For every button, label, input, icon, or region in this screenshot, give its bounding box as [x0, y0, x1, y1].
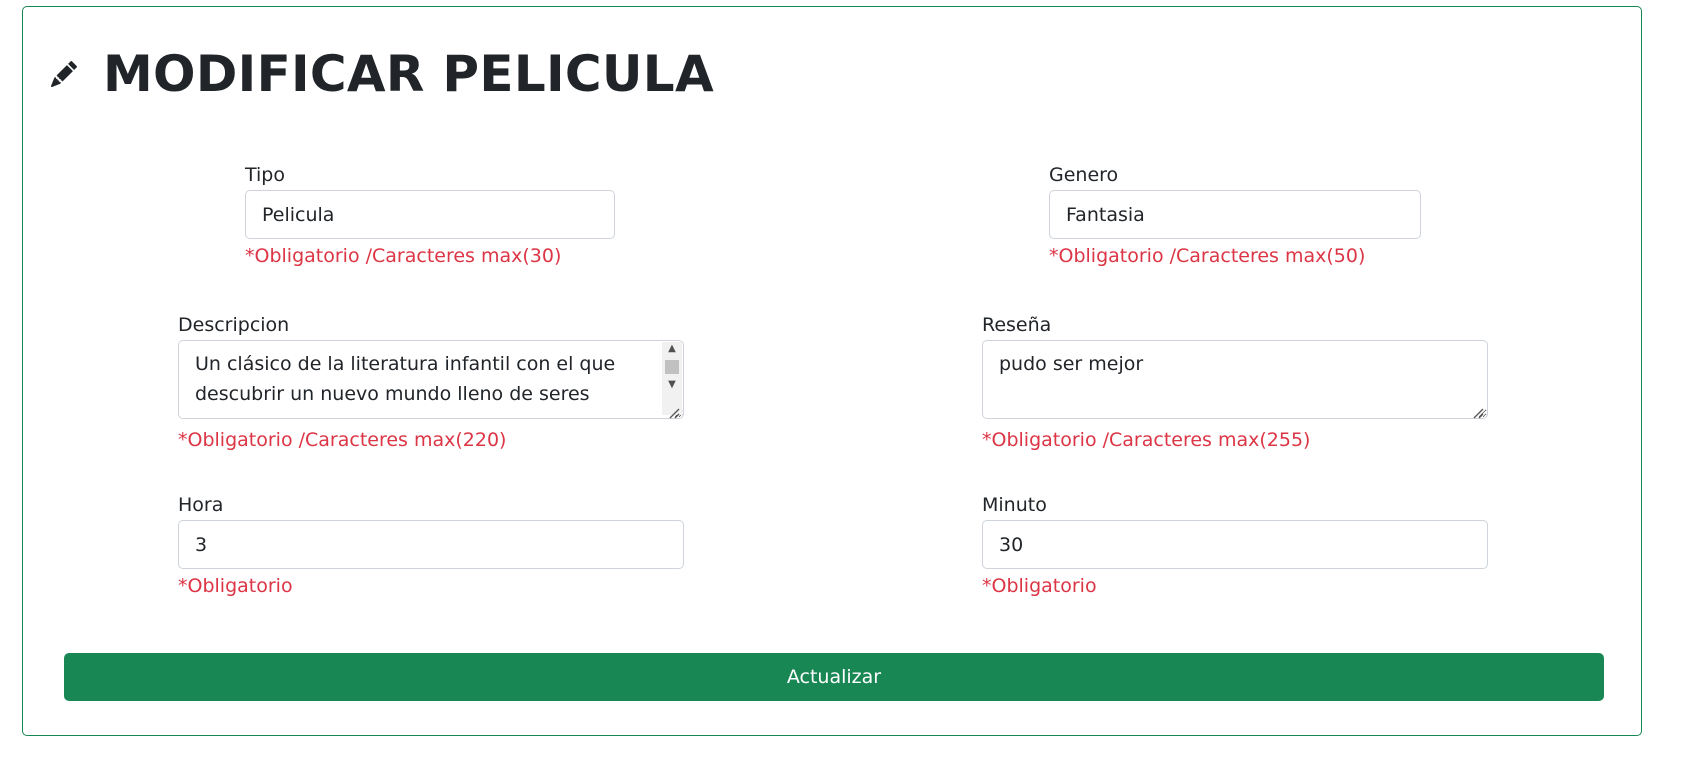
- scrollbar-thumb[interactable]: [665, 360, 679, 374]
- hora-hint: *Obligatorio: [178, 575, 293, 597]
- genero-hint: *Obligatorio /Caracteres max(50): [1049, 245, 1366, 267]
- resena-textarea-wrapper: pudo ser mejor: [982, 340, 1488, 423]
- hora-input[interactable]: [178, 520, 684, 569]
- minuto-field-group: Minuto *Obligatorio: [982, 494, 1488, 597]
- resena-label: Reseña: [982, 314, 1052, 336]
- scroll-down-arrow-icon[interactable]: ▼: [662, 378, 682, 392]
- genero-label: Genero: [1049, 164, 1119, 186]
- descripcion-hint: *Obligatorio /Caracteres max(220): [178, 429, 507, 451]
- genero-field-group: Genero *Obligatorio /Caracteres max(50): [1049, 164, 1421, 267]
- edit-movie-card: MODIFICAR PELICULA Tipo *Obligatorio /Ca…: [22, 6, 1642, 736]
- page-title: MODIFICAR PELICULA: [103, 45, 714, 103]
- minuto-label: Minuto: [982, 494, 1047, 516]
- minuto-hint: *Obligatorio: [982, 575, 1097, 597]
- descripcion-scrollbar[interactable]: ▲ ▼: [662, 342, 682, 415]
- page-header: MODIFICAR PELICULA: [51, 49, 714, 99]
- genero-input[interactable]: [1049, 190, 1421, 239]
- hora-field-group: Hora *Obligatorio: [178, 494, 684, 597]
- resena-field-group: Reseña pudo ser mejor *Obligatorio /Cara…: [982, 314, 1488, 451]
- descripcion-textarea-wrapper: Un clásico de la literatura infantil con…: [178, 340, 684, 423]
- minuto-input[interactable]: [982, 520, 1488, 569]
- tipo-input[interactable]: [245, 190, 615, 239]
- hora-label: Hora: [178, 494, 224, 516]
- tipo-hint: *Obligatorio /Caracteres max(30): [245, 245, 562, 267]
- actualizar-button[interactable]: Actualizar: [64, 653, 1604, 701]
- tipo-field-group: Tipo *Obligatorio /Caracteres max(30): [245, 164, 615, 267]
- scroll-up-arrow-icon[interactable]: ▲: [662, 342, 682, 356]
- descripcion-textarea[interactable]: Un clásico de la literatura infantil con…: [178, 340, 684, 419]
- tipo-label: Tipo: [245, 164, 285, 186]
- resena-textarea[interactable]: pudo ser mejor: [982, 340, 1488, 419]
- descripcion-field-group: Descripcion Un clásico de la literatura …: [178, 314, 684, 451]
- descripcion-label: Descripcion: [178, 314, 290, 336]
- resize-handle-icon[interactable]: [1472, 407, 1484, 419]
- pencil-icon: [51, 60, 78, 87]
- resena-hint: *Obligatorio /Caracteres max(255): [982, 429, 1311, 451]
- resize-handle-icon[interactable]: [668, 407, 680, 419]
